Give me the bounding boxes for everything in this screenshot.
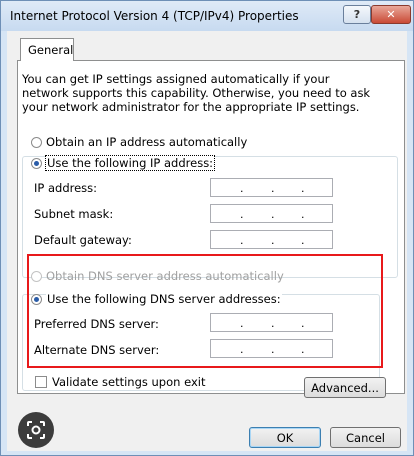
description-text: You can get IP settings assigned automat…: [22, 72, 371, 114]
radio-obtain-ip-auto[interactable]: [31, 137, 42, 148]
lens-icon[interactable]: [18, 412, 54, 448]
tab-general[interactable]: General: [20, 38, 74, 61]
close-button[interactable]: ✕: [371, 5, 411, 24]
advanced-button[interactable]: Advanced...: [304, 377, 386, 398]
label-subnet-mask: Subnet mask:: [34, 207, 114, 221]
title-bar[interactable]: Internet Protocol Version 4 (TCP/IPv4) P…: [1, 1, 413, 31]
dialog-body: General You can get IP settings assigned…: [7, 31, 407, 451]
window-title: Internet Protocol Version 4 (TCP/IPv4) P…: [10, 9, 299, 23]
highlight-box: [27, 254, 383, 368]
tab-general-label: General: [28, 43, 74, 57]
label-obtain-ip-auto: Obtain an IP address automatically: [46, 135, 248, 149]
dialog-window: Internet Protocol Version 4 (TCP/IPv4) P…: [0, 0, 414, 456]
label-validate-settings: Validate settings upon exit: [52, 375, 206, 389]
label-ip-address: IP address:: [34, 181, 98, 195]
help-button[interactable]: ?: [343, 5, 371, 24]
label-default-gateway: Default gateway:: [34, 233, 132, 247]
ok-button[interactable]: OK: [249, 427, 321, 448]
ip-address-field[interactable]: ...: [210, 178, 333, 197]
radio-use-following-ip[interactable]: [31, 158, 42, 169]
validate-checkbox[interactable]: [35, 376, 47, 388]
cancel-button[interactable]: Cancel: [330, 427, 401, 448]
label-use-following-ip: Use the following IP address:: [44, 155, 216, 171]
subnet-mask-field[interactable]: ...: [210, 204, 333, 223]
default-gateway-field[interactable]: ...: [210, 230, 333, 249]
